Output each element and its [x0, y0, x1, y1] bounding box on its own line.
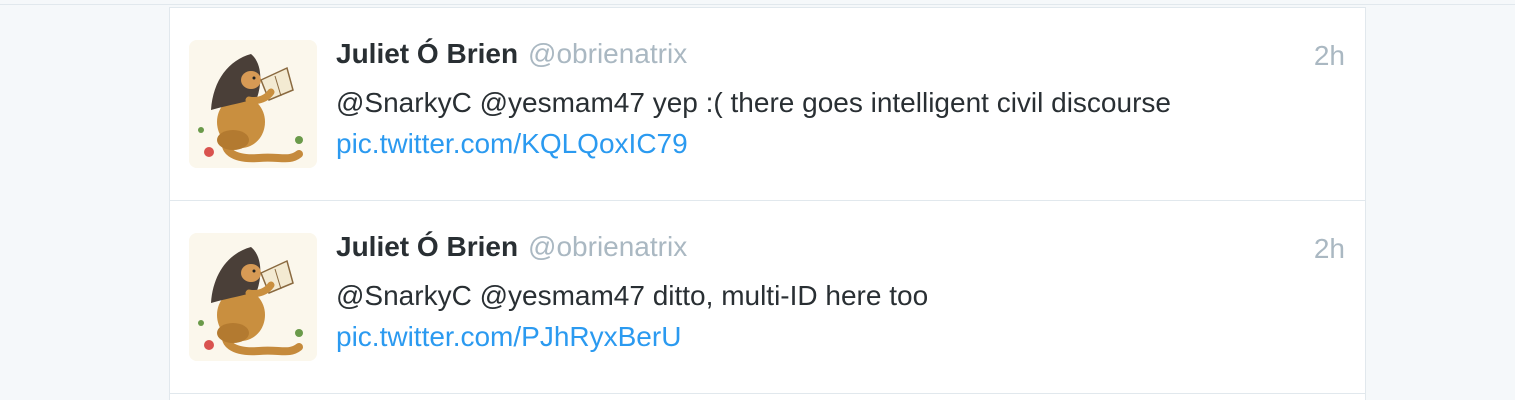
page: Juliet Ó Brien @obrienatrix 2h @SnarkyC … [0, 0, 1515, 400]
tweet-timestamp[interactable]: 2h [1314, 233, 1345, 265]
tweet-header: Juliet Ó Brien @obrienatrix [336, 38, 687, 74]
top-divider [0, 4, 1515, 5]
tweet-body: @SnarkyC @yesmam47 yep :( there goes int… [336, 87, 1171, 118]
tweet[interactable]: Juliet Ó Brien @obrienatrix 2h @SnarkyC … [170, 7, 1365, 200]
user-avatar[interactable] [189, 40, 317, 168]
tweet-text: @SnarkyC @yesmam47 ditto, multi-ID here … [336, 275, 1336, 357]
tweet-next-divider [170, 393, 1365, 400]
tweet-pic-link[interactable]: pic.twitter.com/KQLQoxIC79 [336, 123, 1336, 164]
author-fullname[interactable]: Juliet Ó Brien [336, 231, 518, 263]
tweet-stream: Juliet Ó Brien @obrienatrix 2h @SnarkyC … [169, 7, 1366, 400]
tweet-text: @SnarkyC @yesmam47 yep :( there goes int… [336, 82, 1336, 164]
monkey-reading-avatar-icon [189, 40, 317, 168]
monkey-reading-avatar-icon [189, 233, 317, 361]
tweet[interactable]: Juliet Ó Brien @obrienatrix 2h @SnarkyC … [170, 200, 1365, 393]
tweet-timestamp[interactable]: 2h [1314, 40, 1345, 72]
tweet-pic-link[interactable]: pic.twitter.com/PJhRyxBerU [336, 316, 1336, 357]
user-avatar[interactable] [189, 233, 317, 361]
tweet-body: @SnarkyC @yesmam47 ditto, multi-ID here … [336, 280, 929, 311]
author-fullname[interactable]: Juliet Ó Brien [336, 38, 518, 70]
author-username[interactable]: @obrienatrix [528, 38, 687, 70]
tweet-header: Juliet Ó Brien @obrienatrix [336, 231, 687, 267]
author-username[interactable]: @obrienatrix [528, 231, 687, 263]
